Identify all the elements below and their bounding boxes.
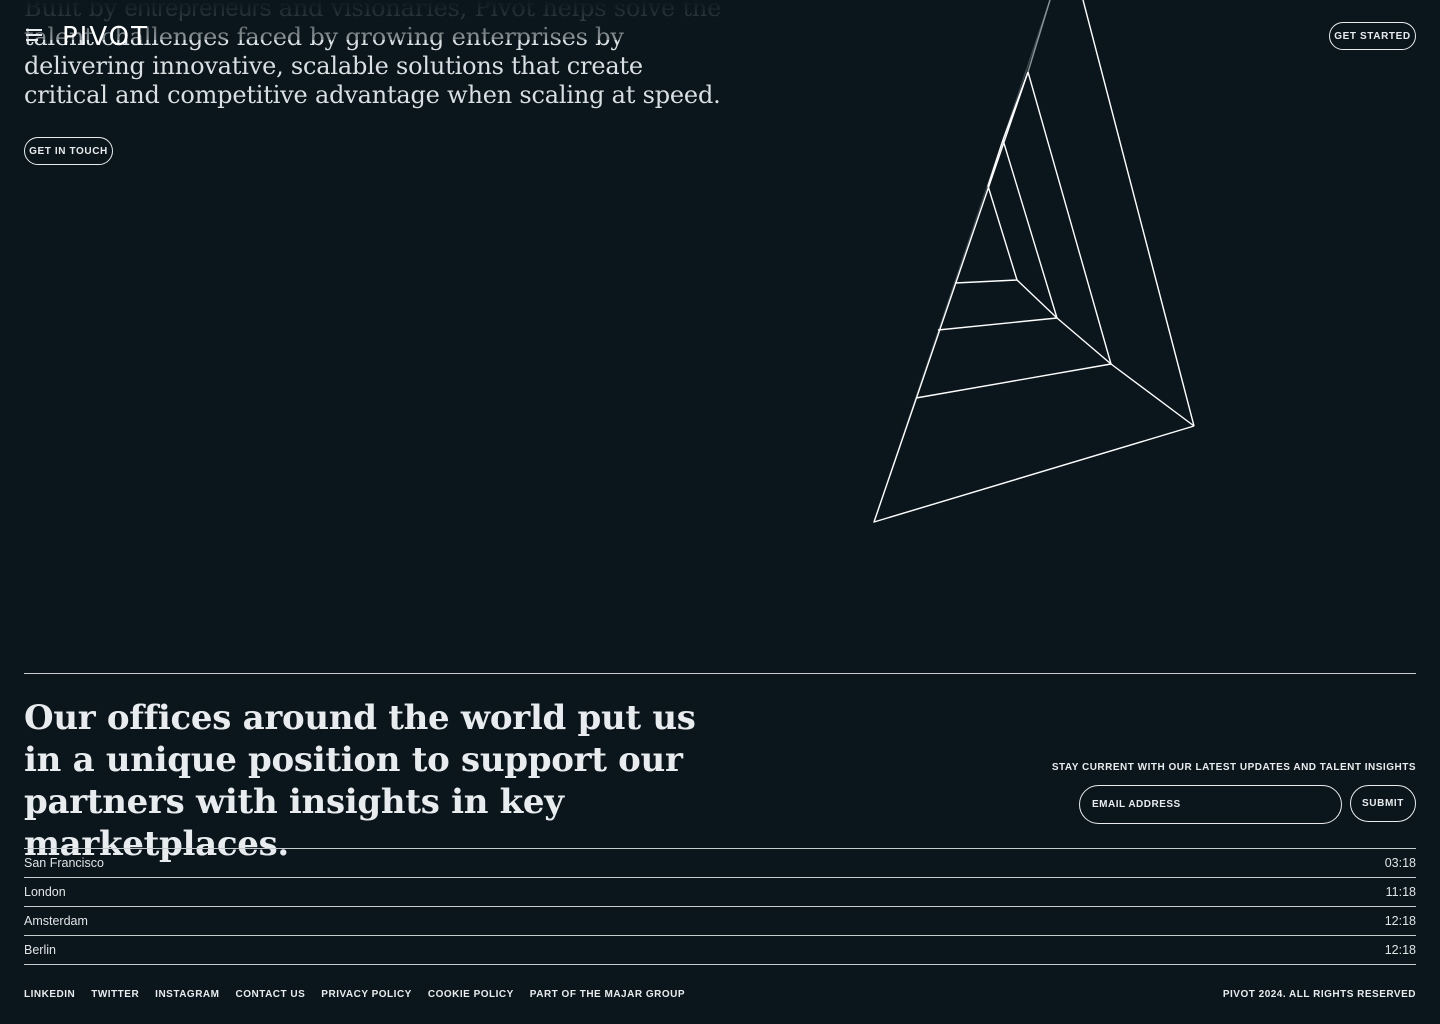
list-item: San Francisco 03:18 bbox=[24, 848, 1416, 877]
office-time: 12:18 bbox=[1384, 913, 1416, 928]
newsletter-label: STAY CURRENT WITH OUR LATEST UPDATES AND… bbox=[1051, 762, 1416, 773]
logo[interactable]: PIVOT bbox=[62, 22, 149, 52]
office-city: Berlin bbox=[24, 942, 56, 957]
office-time: 03:18 bbox=[1384, 855, 1416, 870]
office-time: 11:18 bbox=[1385, 884, 1416, 899]
copyright-text: PIVOT 2024. ALL RIGHTS RESERVED bbox=[1222, 988, 1416, 1000]
hamburger-menu-icon[interactable] bbox=[26, 28, 42, 42]
footer-link-majar-group[interactable]: PART OF THE MAJAR GROUP bbox=[530, 989, 685, 1000]
office-city: Amsterdam bbox=[24, 913, 88, 928]
site-header: PIVOT GET STARTED bbox=[0, 0, 1440, 70]
list-item: Amsterdam 12:18 bbox=[24, 906, 1416, 935]
footer-link-cookie[interactable]: COOKIE POLICY bbox=[428, 989, 514, 1000]
get-in-touch-button[interactable]: GET IN TOUCH bbox=[24, 137, 113, 165]
office-city: San Francisco bbox=[24, 855, 104, 870]
section-divider bbox=[24, 673, 1416, 674]
footer-link-contact[interactable]: CONTACT US bbox=[235, 989, 305, 1000]
footer-link-twitter[interactable]: TWITTER bbox=[91, 989, 139, 1000]
list-item: Berlin 12:18 bbox=[24, 935, 1416, 964]
email-field[interactable] bbox=[1079, 785, 1342, 824]
offices-heading: Our offices around the world put us in a… bbox=[24, 698, 696, 864]
submit-button[interactable]: SUBMIT bbox=[1350, 785, 1416, 822]
pyramid-graphic-icon bbox=[873, 0, 1195, 523]
footer-links: LINKEDIN TWITTER INSTAGRAM CONTACT US PR… bbox=[24, 989, 685, 1000]
list-divider bbox=[24, 964, 1416, 965]
office-city: London bbox=[24, 884, 66, 899]
site-footer: LINKEDIN TWITTER INSTAGRAM CONTACT US PR… bbox=[24, 987, 1416, 1001]
list-item: London 11:18 bbox=[24, 877, 1416, 906]
office-time: 12:18 bbox=[1384, 942, 1416, 957]
footer-link-instagram[interactable]: INSTAGRAM bbox=[155, 989, 219, 1000]
get-started-button[interactable]: GET STARTED bbox=[1329, 22, 1416, 50]
footer-link-privacy[interactable]: PRIVACY POLICY bbox=[321, 989, 412, 1000]
footer-link-linkedin[interactable]: LINKEDIN bbox=[24, 989, 75, 1000]
